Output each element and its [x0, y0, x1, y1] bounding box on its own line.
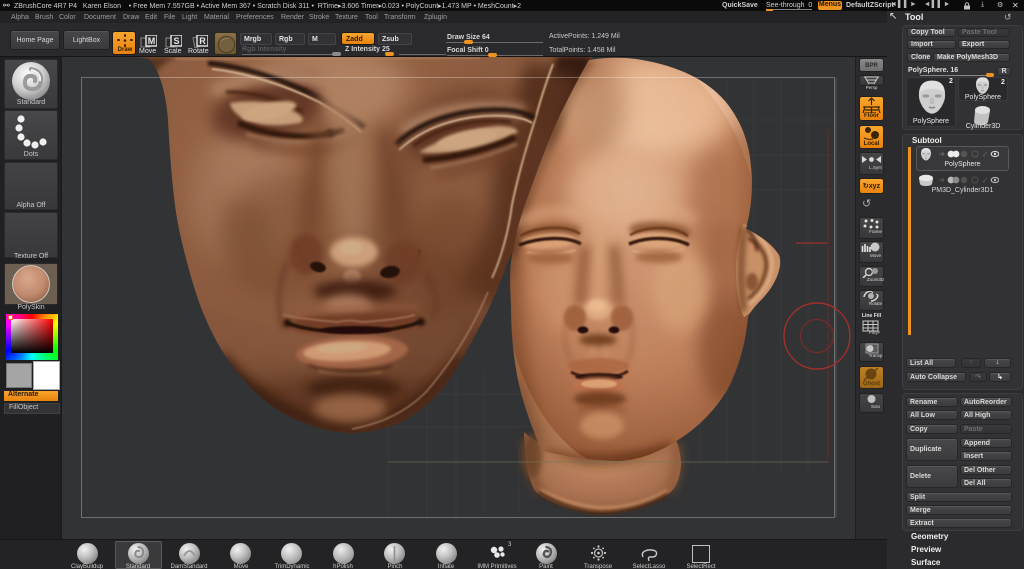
svg-text:R: R — [199, 36, 206, 46]
svg-text:M: M — [148, 36, 156, 46]
svg-text:S: S — [173, 36, 179, 46]
